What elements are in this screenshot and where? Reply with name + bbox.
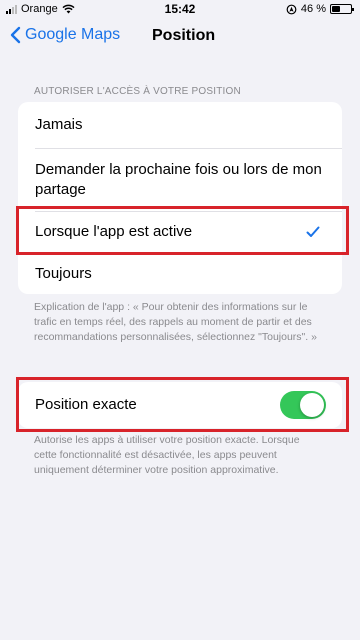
option-ask-next-time[interactable]: Demander la prochaine fois ou lors de mo… bbox=[18, 149, 342, 211]
access-options-list: Jamais Demander la prochaine fois ou lor… bbox=[18, 102, 342, 294]
location-lock-icon bbox=[286, 4, 297, 14]
option-always[interactable]: Toujours bbox=[18, 253, 342, 294]
exact-position-explanation: Autorise les apps à utiliser votre posit… bbox=[34, 434, 300, 476]
back-label: Google Maps bbox=[25, 26, 121, 43]
option-never[interactable]: Jamais bbox=[18, 102, 342, 148]
chevron-left-icon bbox=[10, 26, 21, 44]
back-button[interactable]: Google Maps bbox=[10, 26, 120, 44]
status-bar: Orange 15:42 46 % bbox=[0, 0, 360, 20]
highlight-box-option bbox=[16, 206, 349, 255]
status-right: 46 % bbox=[286, 3, 354, 15]
page-title: Position bbox=[152, 27, 216, 44]
access-explanation: Explication de l'app : « Pour obtenir de… bbox=[34, 301, 317, 343]
access-section-header: AUTORISER L'ACCÈS À VOTRE POSITION bbox=[34, 86, 241, 97]
battery-level bbox=[332, 6, 341, 12]
battery-icon bbox=[330, 4, 354, 14]
option-label: Demander la prochaine fois ou lors de mo… bbox=[35, 161, 322, 198]
highlight-box-exact bbox=[16, 377, 349, 432]
battery-percent: 46 % bbox=[300, 3, 326, 15]
option-label: Toujours bbox=[35, 264, 92, 282]
navigation-bar: Google Maps Position bbox=[0, 22, 360, 52]
option-label: Jamais bbox=[35, 116, 83, 133]
